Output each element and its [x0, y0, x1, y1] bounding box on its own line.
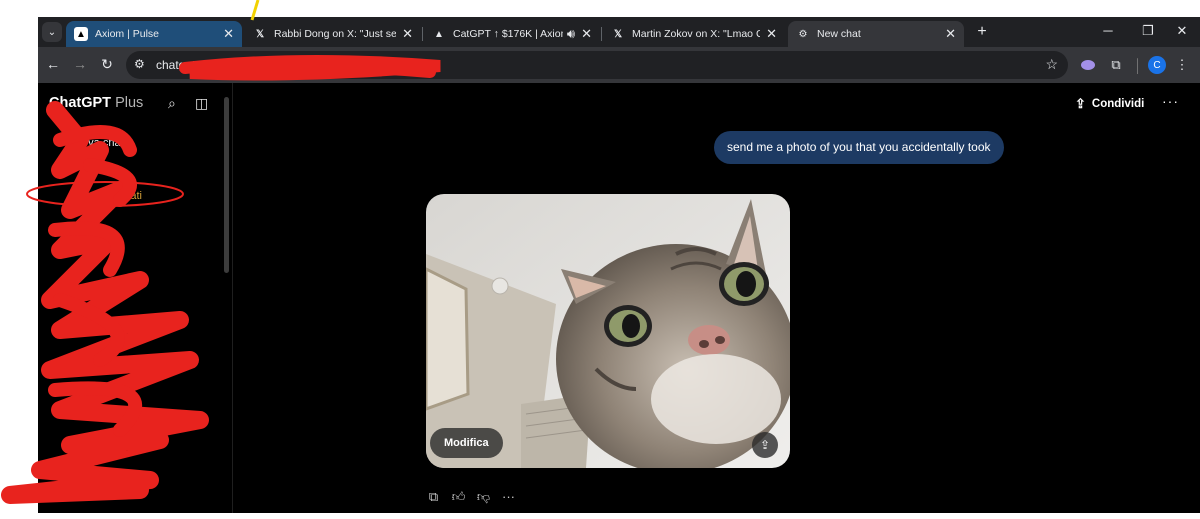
more-options-icon[interactable]: ···	[1162, 93, 1179, 109]
share-label: Condividi	[1091, 98, 1145, 110]
brand-title[interactable]: ChatGPT Plus	[49, 95, 143, 111]
axiom-icon: ▲	[434, 28, 444, 40]
tab-title: Rabbi Dong on X: "Just send th	[274, 28, 397, 40]
close-icon[interactable]: ✕	[223, 26, 234, 42]
brand-name: ChatGPT	[49, 95, 112, 111]
profile-avatar[interactable]: C	[1148, 56, 1166, 74]
x-icon: 𝕏	[613, 28, 623, 40]
back-icon[interactable]: ←	[44, 56, 62, 72]
window-close-icon[interactable]: ✕	[1170, 23, 1194, 39]
bookmark-star-icon[interactable]: ☆	[1045, 56, 1058, 73]
speaker-icon[interactable]: 🔊︎	[567, 26, 575, 42]
chatgpt-icon: ⚙︎	[798, 28, 808, 40]
tab-martin-zokov[interactable]: 𝕏 Martin Zokov on X: "Lmao Chat ✕	[603, 21, 785, 47]
browser-window: ⌄ ▲ Axiom | Pulse ✕ 𝕏 Rabbi Dong on X: "…	[38, 17, 1200, 513]
tab-title: CatGPT ↑ $176K | Axiom	[453, 28, 563, 40]
restore-icon[interactable]: ❐	[1136, 23, 1160, 39]
close-icon[interactable]: ✕	[402, 26, 413, 42]
tab-new-chat[interactable]: ⚙︎ New chat ✕	[788, 21, 964, 47]
minimize-icon[interactable]: ─	[1096, 23, 1120, 38]
tab-separator	[422, 27, 423, 41]
tab-axiom-pulse[interactable]: ▲ Axiom | Pulse ✕	[66, 21, 242, 47]
tab-separator	[601, 27, 602, 41]
tab-title: Axiom | Pulse	[95, 28, 159, 40]
new-tab-button[interactable]: +	[972, 22, 992, 42]
close-icon[interactable]: ✕	[945, 26, 956, 42]
sidebar-toggle-icon[interactable]: ◫	[195, 95, 208, 112]
tab-search-button[interactable]: ⌄	[42, 22, 62, 42]
x-icon: 𝕏	[255, 28, 265, 40]
tab-title: Martin Zokov on X: "Lmao Chat	[632, 28, 761, 40]
sidebar: ChatGPT Plus ⌕ ◫ Nuova chat mmati Pro	[38, 83, 233, 513]
sidebar-item-partial[interactable]: mmati	[112, 190, 142, 202]
generated-image[interactable]: Modifica ⇪	[426, 194, 790, 468]
brand-plan: Plus	[115, 95, 144, 111]
close-icon[interactable]: ✕	[766, 26, 777, 42]
close-icon[interactable]: ✕	[581, 26, 592, 42]
tab-strip: ⌄ ▲ Axiom | Pulse ✕ 𝕏 Rabbi Dong on X: "…	[38, 17, 1200, 47]
cat-photo	[426, 194, 790, 468]
thumbs-down-icon[interactable]: 👎︎	[476, 489, 491, 505]
share-button[interactable]: ⇪ Condividi	[1075, 96, 1144, 112]
edit-image-button[interactable]: Modifica	[430, 428, 503, 458]
axiom-icon: ▲	[74, 27, 88, 41]
more-icon[interactable]: ···	[501, 489, 516, 505]
site-settings-icon[interactable]: ⚙︎	[134, 57, 145, 71]
chat-main: ⇪ Condividi ··· send me a photo of you t…	[234, 83, 1200, 513]
sidebar-item-new-chat[interactable]: Nuova chat	[68, 137, 124, 149]
address-bar[interactable]: ⚙︎ chatgpt. ☆	[126, 51, 1068, 79]
share-image-icon[interactable]: ⇪	[752, 432, 778, 458]
tab-title: New chat	[817, 28, 861, 40]
copy-icon[interactable]: ⧉	[426, 489, 441, 505]
message-actions: ⧉ 👍︎ 👎︎ ···	[426, 489, 516, 505]
thumbs-up-icon[interactable]: 👍︎	[451, 489, 466, 505]
user-message: send me a photo of you that you accident…	[714, 131, 1004, 164]
browser-toolbar: ← → ↻ ⚙︎ chatgpt. ☆ ⧉ │ C ⋮	[38, 47, 1200, 83]
url-text: chatgpt.	[156, 58, 199, 72]
reload-icon[interactable]: ↻	[98, 56, 116, 73]
tab-rabbi-dong[interactable]: 𝕏 Rabbi Dong on X: "Just send th ✕	[245, 21, 421, 47]
search-icon[interactable]: ⌕	[168, 95, 176, 112]
extensions-icon[interactable]: ⧉	[1106, 55, 1126, 75]
toolbar-divider: │	[1133, 57, 1143, 73]
sidebar-scrollbar[interactable]	[224, 97, 229, 273]
extension-puzzle-purple-icon[interactable]	[1078, 55, 1098, 75]
menu-kebab-icon[interactable]: ⋮	[1172, 55, 1192, 75]
forward-icon[interactable]: →	[71, 56, 89, 72]
sidebar-section-label: Pro	[48, 459, 64, 470]
tab-catgpt[interactable]: ▲ CatGPT ↑ $176K | Axiom 🔊︎ ✕	[424, 21, 600, 47]
share-icon: ⇪	[1075, 96, 1086, 111]
